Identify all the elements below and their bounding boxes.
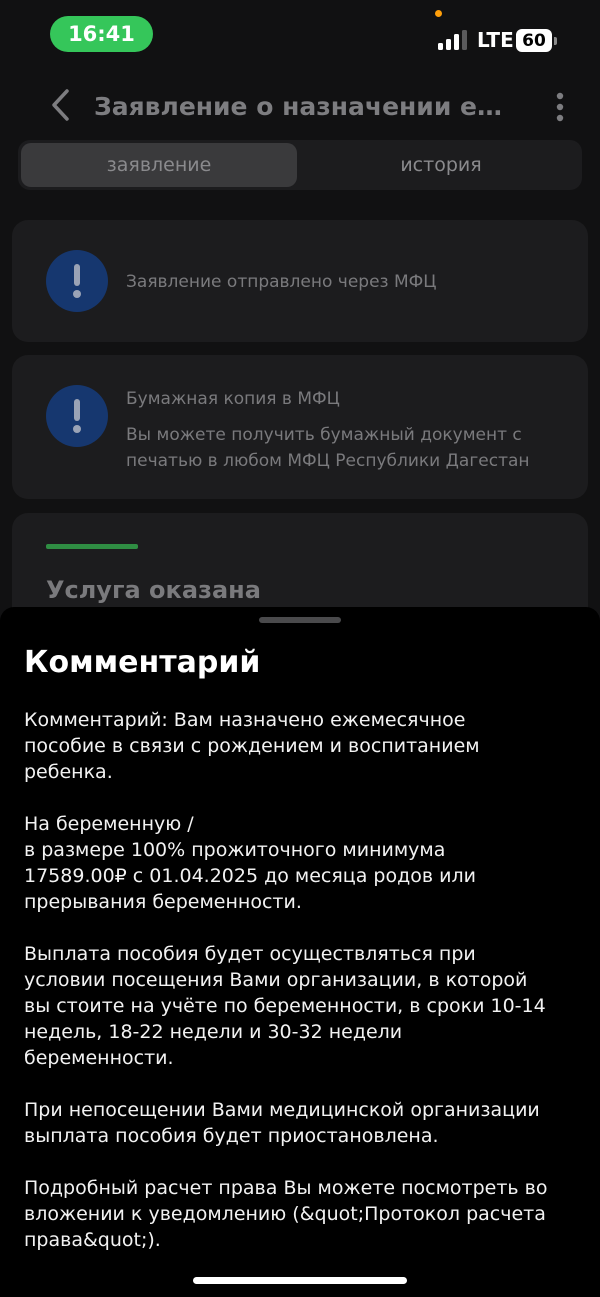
battery-level: 60 [516, 29, 552, 52]
chevron-left-icon[interactable] [48, 88, 74, 122]
battery-icon: 60 [516, 29, 558, 52]
paper-copy-text: Вы можете получить бумажный документ с п… [126, 425, 530, 471]
comment-paragraph: На беременную / в размере 100% прожиточн… [24, 813, 476, 913]
comment-sheet: Комментарий Комментарий: Вам назначено е… [0, 607, 600, 1297]
signal-strength-icon [438, 30, 467, 50]
service-status: Услуга оказана [46, 576, 261, 604]
progress-bar [46, 544, 138, 549]
tab-history[interactable]: история [300, 143, 582, 187]
sheet-grabber[interactable] [259, 617, 341, 623]
page-title: Заявление о назначении ежемесячного посо… [94, 92, 524, 121]
comment-paragraph: Комментарий: Вам назначено ежемесячное п… [24, 709, 480, 783]
exclamation-icon [46, 385, 108, 447]
privacy-indicator-icon [435, 10, 442, 17]
status-bar: 16:41 LTE 60 [0, 0, 600, 70]
status-time: 16:41 [50, 16, 153, 52]
comment-paragraph: Подробный расчет права Вы можете посмотр… [24, 1177, 548, 1251]
comment-paragraph: Выплата пособия будет осуществляться при… [24, 943, 546, 1069]
network-type: LTE [477, 28, 514, 52]
sent-text: Заявление отправлено через МФЦ [126, 272, 437, 292]
sheet-title: Комментарий [24, 645, 261, 680]
background-screen: 16:41 LTE 60 Заявление о назначении ежем… [0, 0, 600, 620]
nav-header: Заявление о назначении ежемесячного посо… [0, 80, 600, 134]
service-status-card: Услуга оказана [12, 513, 588, 620]
comment-body: Комментарий: Вам назначено ежемесячное п… [24, 707, 580, 1279]
kebab-menu-icon[interactable] [552, 92, 568, 122]
exclamation-icon [46, 250, 108, 312]
status-card-paper-copy: Бумажная копия в МФЦ Вы можете получить … [12, 355, 588, 499]
tab-application[interactable]: заявление [21, 143, 297, 187]
home-indicator[interactable] [193, 1277, 407, 1284]
comment-paragraph: При непосещении Вами медицинской организ… [24, 1099, 540, 1147]
status-card-sent: Заявление отправлено через МФЦ [12, 220, 588, 342]
paper-copy-title: Бумажная копия в МФЦ [126, 389, 340, 409]
tab-switcher: заявление история [18, 140, 582, 190]
battery-tip [554, 37, 557, 45]
